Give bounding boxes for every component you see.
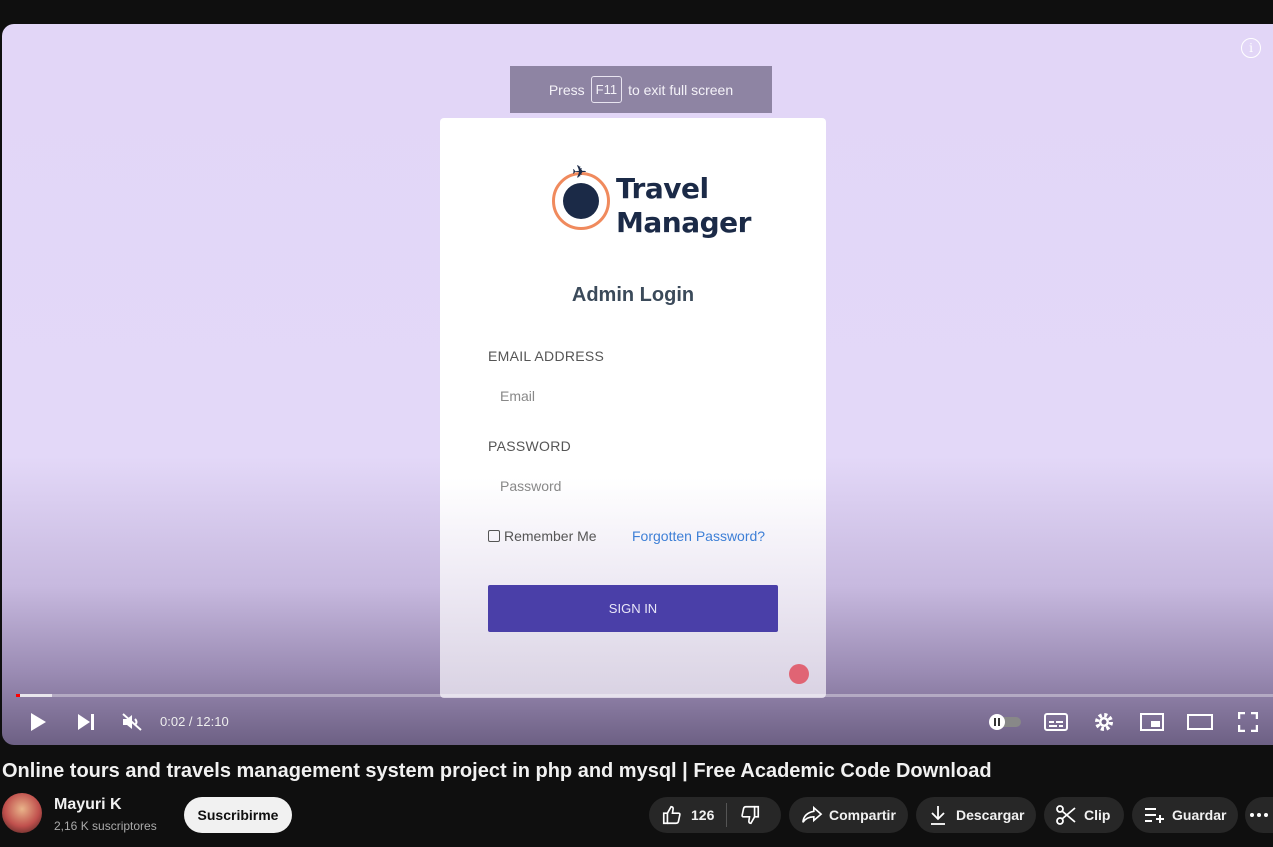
share-button[interactable]: Compartir xyxy=(789,797,908,833)
subtitles-icon xyxy=(1044,713,1068,731)
progress-bar[interactable] xyxy=(16,694,1273,697)
sign-in-button: SIGN IN xyxy=(488,585,778,632)
clip-label: Clip xyxy=(1084,807,1111,823)
save-label: Guardar xyxy=(1172,807,1227,823)
password-label: PASSWORD xyxy=(488,438,572,454)
login-card: ✈ Travel Manager Admin Login EMAIL ADDRE… xyxy=(440,118,826,698)
checkbox-icon xyxy=(488,530,500,542)
theater-mode-button[interactable] xyxy=(1186,708,1214,736)
channel-name[interactable]: Mayuri K xyxy=(54,796,122,814)
subscribe-button[interactable]: Suscribirme xyxy=(184,797,292,833)
fullscreen-icon xyxy=(1238,712,1258,732)
play-icon xyxy=(31,713,46,731)
progress-played xyxy=(16,694,20,697)
fullscreen-hint-prefix: Press xyxy=(548,81,585,98)
video-player[interactable]: i Press F11 to exit full screen ✈ Travel… xyxy=(2,24,1273,745)
miniplayer-icon xyxy=(1140,713,1164,731)
login-heading: Admin Login xyxy=(571,284,695,306)
more-actions-button[interactable] xyxy=(1245,797,1273,833)
share-icon xyxy=(802,805,823,823)
theater-icon xyxy=(1187,714,1213,730)
forgot-password-link: Forgotten Password? xyxy=(632,528,766,544)
video-title: Online tours and travels management syst… xyxy=(2,760,992,782)
more-horizontal-icon xyxy=(1250,813,1268,817)
mute-button[interactable] xyxy=(118,708,146,736)
remember-me: Remember Me xyxy=(488,528,597,544)
gear-icon xyxy=(1095,713,1113,731)
thumbs-up-icon xyxy=(662,805,681,825)
download-label: Descargar xyxy=(956,807,1025,823)
password-field: Password xyxy=(500,478,562,494)
logo-text-line2: Manager xyxy=(616,206,751,239)
player-controls: 0:02 / 12:10 xyxy=(2,704,1273,740)
thumbs-down-icon xyxy=(741,805,760,825)
save-button[interactable]: Guardar xyxy=(1132,797,1238,833)
playlist-add-icon xyxy=(1145,808,1164,823)
email-field: Email xyxy=(500,388,536,404)
play-button[interactable] xyxy=(24,708,52,736)
remember-me-label: Remember Me xyxy=(504,528,597,544)
like-dislike-group: 126 xyxy=(649,797,781,833)
subtitles-button[interactable] xyxy=(1042,708,1070,736)
muted-icon xyxy=(122,713,142,731)
autoplay-toggle-icon xyxy=(989,714,1021,730)
dislike-button[interactable] xyxy=(739,804,761,826)
clip-button[interactable]: Clip xyxy=(1044,797,1124,833)
scissors-icon xyxy=(1056,805,1076,825)
fullscreen-hint: Press F11 to exit full screen xyxy=(510,66,772,113)
subscriber-count: 2,16 K suscriptores xyxy=(54,819,157,833)
channel-avatar[interactable] xyxy=(2,793,42,833)
share-label: Compartir xyxy=(829,807,896,823)
logo-text-line1: Travel xyxy=(616,172,709,205)
settings-button[interactable] xyxy=(1090,708,1118,736)
miniplayer-button[interactable] xyxy=(1138,708,1166,736)
autoplay-toggle[interactable] xyxy=(986,708,1024,736)
time-display: 0:02 / 12:10 xyxy=(160,714,229,729)
cursor-click-indicator xyxy=(789,664,809,684)
next-icon xyxy=(78,714,94,730)
like-count: 126 xyxy=(691,807,715,823)
email-label: EMAIL ADDRESS xyxy=(488,348,605,364)
like-button[interactable]: 126 xyxy=(649,804,714,826)
download-button[interactable]: Descargar xyxy=(916,797,1036,833)
info-icon[interactable]: i xyxy=(1241,38,1261,58)
fullscreen-hint-suffix: to exit full screen xyxy=(628,81,734,98)
fullscreen-button[interactable] xyxy=(1234,708,1262,736)
airplane-icon: ✈ xyxy=(572,162,588,182)
download-icon xyxy=(931,806,945,825)
fullscreen-hint-key: F11 xyxy=(590,76,623,103)
next-button[interactable] xyxy=(72,708,100,736)
progress-buffer xyxy=(16,694,53,697)
travel-manager-logo: ✈ Travel Manager xyxy=(546,162,751,242)
